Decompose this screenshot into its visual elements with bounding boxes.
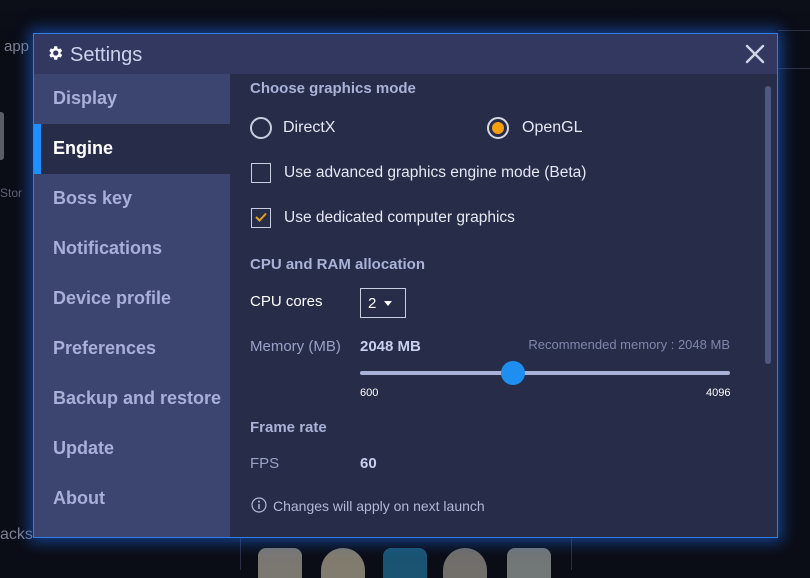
sidebar-item-backup-restore[interactable]: Backup and restore	[34, 374, 230, 424]
cpu-ram-heading: CPU and RAM allocation	[250, 256, 426, 273]
slider-thumb[interactable]	[501, 361, 526, 385]
sidebar-item-update[interactable]: Update	[34, 424, 230, 474]
directx-label: DirectX	[283, 119, 336, 136]
advanced-graphics-checkbox[interactable]	[251, 163, 271, 183]
background-app-tile	[0, 112, 4, 160]
recommended-memory: Recommended memory : 2048 MB	[528, 337, 730, 352]
sidebar-item-device-profile[interactable]: Device profile	[34, 274, 230, 324]
background-app-text: app	[4, 38, 30, 55]
engine-settings-panel: Choose graphics mode DirectX OpenGL Use …	[230, 74, 777, 537]
sidebar-item-label: Display	[53, 88, 118, 108]
sidebar-item-label: About	[53, 488, 105, 508]
dock-app-icon[interactable]	[383, 548, 427, 578]
close-icon[interactable]	[742, 41, 768, 67]
cpu-cores-value: 2	[368, 295, 377, 312]
settings-sidebar: Display Engine Boss key Notifications De…	[34, 74, 230, 537]
active-indicator	[34, 124, 41, 174]
sidebar-item-label: Engine	[53, 138, 114, 158]
sidebar-item-label: Update	[53, 438, 115, 458]
info-icon	[251, 497, 267, 513]
dock-app-icon[interactable]	[507, 548, 551, 578]
sidebar-item-display[interactable]: Display	[34, 74, 230, 124]
opengl-radio[interactable]	[487, 117, 509, 139]
sidebar-item-boss-key[interactable]: Boss key	[34, 174, 230, 224]
checkmark-icon	[255, 212, 267, 222]
slider-track	[360, 371, 730, 375]
cpu-cores-dropdown[interactable]: 2	[360, 288, 406, 318]
background-divider	[778, 30, 810, 31]
opengl-label: OpenGL	[522, 119, 583, 136]
graphics-mode-heading: Choose graphics mode	[250, 80, 416, 97]
cpu-cores-label: CPU cores	[250, 293, 323, 310]
scrollbar[interactable]	[765, 86, 771, 364]
sidebar-item-preferences[interactable]: Preferences	[34, 324, 230, 374]
memory-label: Memory (MB)	[250, 338, 341, 355]
fps-value: 60	[360, 455, 377, 472]
memory-value: 2048 MB	[360, 338, 421, 355]
dedicated-graphics-checkbox[interactable]	[251, 208, 271, 228]
background-divider	[778, 68, 810, 69]
gear-icon	[49, 46, 63, 60]
fps-label: FPS	[250, 455, 280, 472]
frame-rate-heading: Frame rate	[250, 419, 327, 436]
sidebar-item-label: Boss key	[53, 188, 133, 208]
chevron-down-icon	[384, 301, 392, 306]
restart-notice: Changes will apply on next launch	[273, 498, 485, 514]
slider-max-label: 4096	[706, 387, 731, 399]
sidebar-item-engine[interactable]: Engine	[34, 124, 230, 174]
sidebar-item-label: Backup and restore	[53, 388, 222, 408]
slider-min-label: 600	[360, 387, 379, 399]
dialog-title: Settings	[70, 44, 143, 66]
sidebar-item-label: Device profile	[53, 288, 172, 308]
sidebar-item-about[interactable]: About	[34, 474, 230, 524]
dock-app-icon[interactable]	[258, 548, 302, 578]
dedicated-graphics-label: Use dedicated computer graphics	[284, 209, 515, 226]
advanced-graphics-label: Use advanced graphics engine mode (Beta)	[284, 164, 587, 181]
sidebar-item-label: Notifications	[53, 238, 163, 258]
background-packs-text: acks	[0, 526, 33, 543]
sidebar-item-notifications[interactable]: Notifications	[34, 224, 230, 274]
background-store-text: Stor	[0, 186, 23, 200]
settings-dialog: Settings Display Engine Boss key Notific…	[33, 33, 778, 538]
sidebar-item-label: Preferences	[53, 338, 157, 358]
memory-slider[interactable]	[360, 361, 730, 385]
dialog-titlebar: Settings	[34, 34, 777, 74]
directx-radio[interactable]	[250, 117, 272, 139]
